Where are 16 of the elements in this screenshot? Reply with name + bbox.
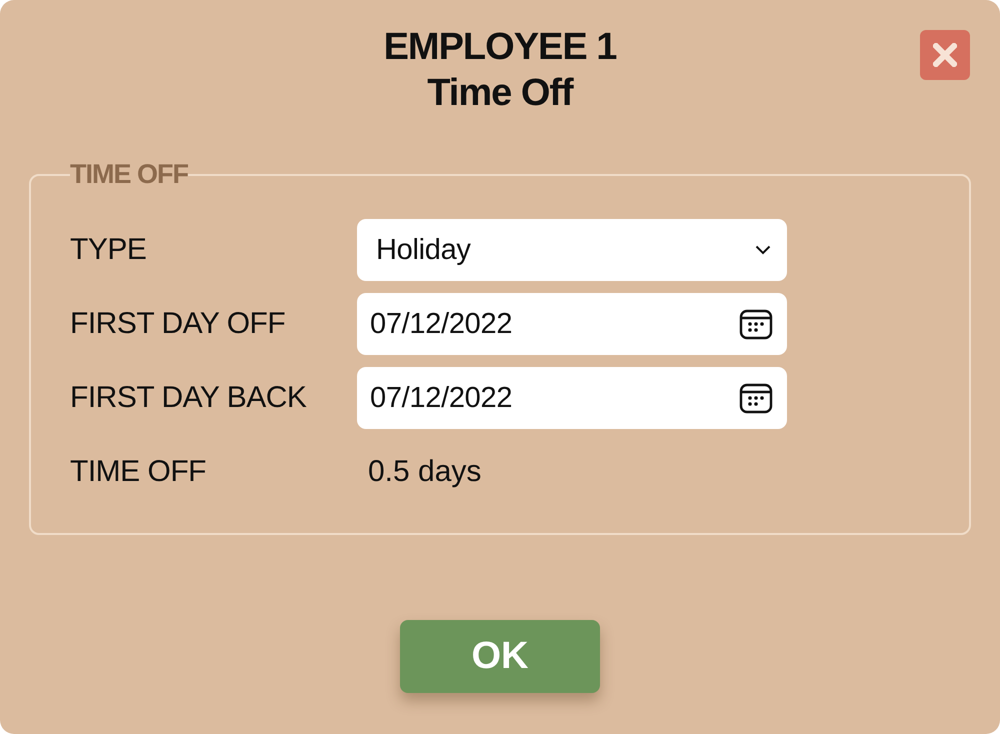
dialog-subtitle: Time Off (427, 71, 573, 116)
field-label: FIRST DAY BACK (70, 381, 308, 415)
type-dropdown[interactable]: Holiday (357, 219, 787, 281)
calendar-icon (739, 308, 773, 340)
group-legend: TIME OFF (70, 159, 188, 190)
field-label: FIRST DAY OFF (70, 307, 286, 341)
chevron-down-icon (755, 245, 771, 255)
field-label: TYPE (70, 233, 148, 267)
close-icon (933, 43, 957, 67)
close-button[interactable] (920, 30, 970, 80)
date-field[interactable]: 07/12/2022 (357, 367, 787, 429)
field-label: TIME OFF (70, 455, 207, 489)
dialog-title: EMPLOYEE 1 (384, 25, 616, 70)
date-field[interactable]: 07/12/2022 (357, 293, 787, 355)
time-off-value: 0.5 days (367, 455, 482, 489)
calendar-icon (739, 382, 773, 414)
